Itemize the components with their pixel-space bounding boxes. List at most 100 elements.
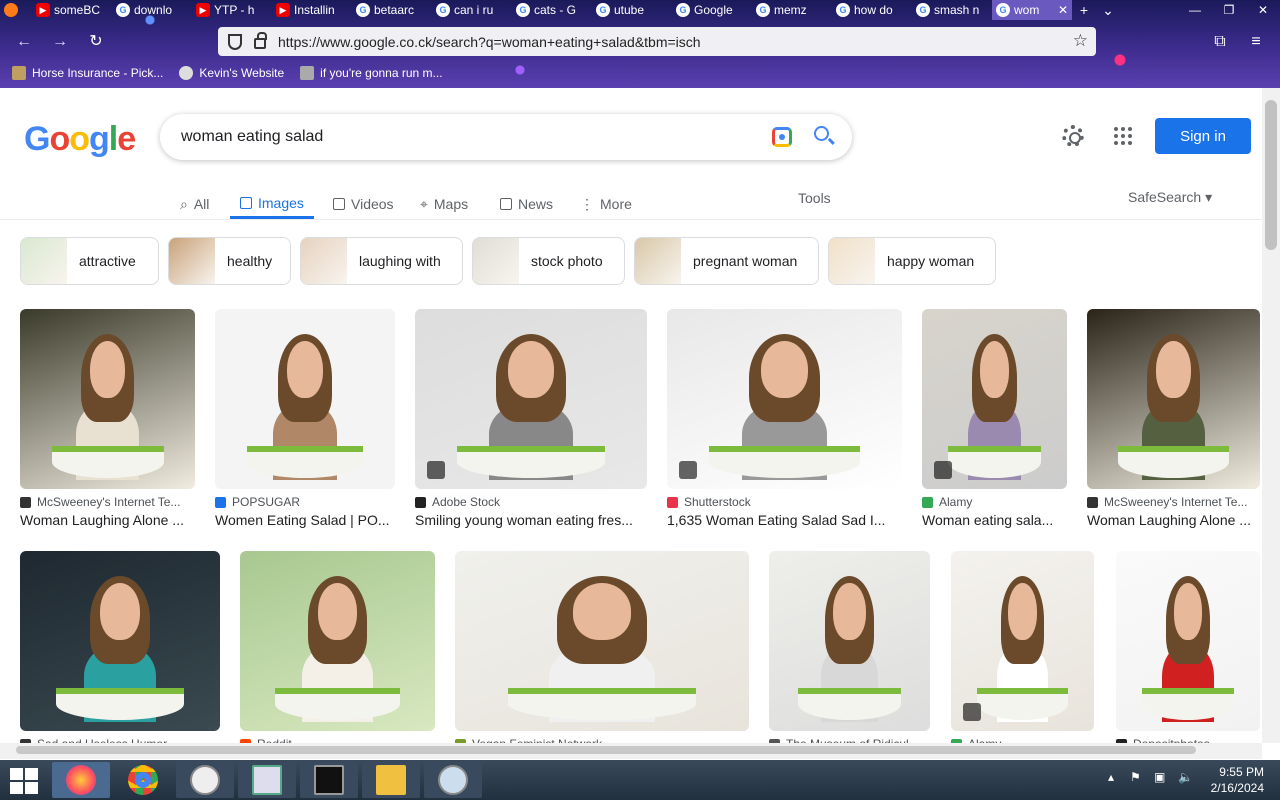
windows-start-icon[interactable] [10, 768, 38, 794]
reload-icon[interactable]: ↻ [86, 32, 106, 52]
image-result[interactable]: Adobe Stock Smiling young woman eating fr… [415, 309, 647, 528]
volume-muted-icon[interactable]: 🔈 [1178, 770, 1193, 784]
result-title[interactable]: Women Eating Salad | PO... [215, 512, 395, 528]
address-bar[interactable]: https://www.google.co.ck/search?q=woman+… [218, 27, 1096, 56]
result-source[interactable]: McSweeney's Internet Te... [20, 495, 195, 509]
browser-tab[interactable]: Gcats - G [512, 0, 592, 20]
taskbar-cmd[interactable] [300, 762, 358, 798]
vertical-scrollbar[interactable] [1262, 88, 1280, 743]
browser-tab[interactable]: ▶ Installin [272, 0, 352, 20]
safesearch-dropdown[interactable]: SafeSearch ▾ [1128, 189, 1212, 206]
result-source[interactable]: Shutterstock [667, 495, 902, 509]
maximize-button[interactable]: ❐ [1212, 0, 1246, 20]
minimize-button[interactable]: — [1178, 0, 1212, 20]
bookmark-star-icon[interactable]: ☆ [1073, 31, 1088, 51]
result-thumbnail[interactable] [1087, 309, 1260, 489]
search-icon[interactable] [814, 126, 829, 141]
new-tab-icon[interactable]: + [1072, 2, 1096, 18]
result-thumbnail[interactable] [769, 551, 930, 731]
scrollbar-thumb[interactable] [16, 746, 1196, 754]
tab-more[interactable]: ⋮ More [580, 189, 632, 219]
taskbar-explorer[interactable] [362, 762, 420, 798]
bookmark-label[interactable]: Kevin's Website [199, 66, 284, 80]
result-thumbnail[interactable] [667, 309, 902, 489]
result-title[interactable]: Woman Laughing Alone ... [1087, 512, 1260, 528]
settings-gear-icon[interactable] [1062, 125, 1084, 147]
browser-tab[interactable] [0, 0, 32, 20]
menu-icon[interactable]: ≡ [1246, 32, 1266, 52]
image-result[interactable]: McSweeney's Internet Te... Woman Laughing… [20, 309, 195, 528]
image-result[interactable]: Shutterstock 1,635 Woman Eating Salad Sad… [667, 309, 902, 528]
result-thumbnail[interactable] [922, 309, 1067, 489]
result-thumbnail[interactable] [240, 551, 435, 731]
tab-all[interactable]: ⌕ All [180, 189, 209, 219]
shield-icon[interactable] [228, 33, 242, 50]
image-result[interactable]: McSweeney's Internet Te... Woman Laughing… [1087, 309, 1260, 528]
browser-tab[interactable]: Gdownlo [112, 0, 192, 20]
bookmark-label[interactable]: if you're gonna run m... [320, 66, 442, 80]
extensions-icon[interactable]: ⧉ [1210, 32, 1230, 52]
sign-in-button[interactable]: Sign in [1155, 118, 1251, 154]
image-result[interactable]: Reddit [240, 551, 435, 751]
tab-videos[interactable]: Videos [333, 189, 394, 219]
taskbar-firefox[interactable] [52, 762, 110, 798]
related-chip[interactable]: healthy [168, 237, 291, 285]
image-result[interactable]: The Museum of Ridicul... [769, 551, 930, 751]
search-box[interactable]: woman eating salad [160, 114, 852, 160]
browser-tab[interactable]: ▶ someBC [32, 0, 112, 20]
related-chip[interactable]: pregnant woman [634, 237, 819, 285]
taskbar-app[interactable] [238, 762, 296, 798]
horizontal-scrollbar[interactable] [0, 743, 1262, 759]
result-source[interactable]: Alamy [922, 495, 1067, 509]
image-result[interactable]: Vegan Feminist Network [455, 551, 749, 751]
scrollbar-thumb[interactable] [1265, 100, 1277, 250]
tools-button[interactable]: Tools [798, 190, 831, 206]
back-icon[interactable]: ← [14, 32, 34, 52]
result-thumbnail[interactable] [1116, 551, 1260, 731]
close-window-button[interactable]: ✕ [1246, 0, 1280, 20]
image-result[interactable]: Alamy Woman eating sala... [922, 309, 1067, 528]
browser-tab[interactable]: Gbetaarc [352, 0, 432, 20]
bookmark-item[interactable]: Kevin's Website [179, 66, 284, 80]
tab-maps[interactable]: ⌖ Maps [420, 189, 468, 219]
result-source[interactable]: McSweeney's Internet Te... [1087, 495, 1260, 509]
browser-tab[interactable]: Gutube [592, 0, 672, 20]
taskbar-chrome[interactable] [114, 762, 172, 798]
result-thumbnail[interactable] [415, 309, 647, 489]
network-icon[interactable]: ▣ [1154, 770, 1165, 784]
browser-tab[interactable]: Gmemz [752, 0, 832, 20]
result-thumbnail[interactable] [951, 551, 1094, 731]
image-result[interactable]: Depositphotos [1116, 551, 1260, 751]
image-result[interactable]: Sad and Useless Humor [20, 551, 220, 751]
bookmark-item[interactable]: if you're gonna run m... [300, 66, 443, 80]
browser-tab[interactable]: Gwom ✕ [992, 0, 1072, 20]
result-title[interactable]: 1,635 Woman Eating Salad Sad I... [667, 512, 902, 528]
url-text[interactable]: https://www.google.co.ck/search?q=woman+… [278, 34, 701, 50]
search-input[interactable]: woman eating salad [181, 128, 323, 146]
forward-icon[interactable]: → [50, 32, 70, 52]
image-result[interactable]: POPSUGAR Women Eating Salad | PO... [215, 309, 395, 528]
result-thumbnail[interactable] [20, 309, 195, 489]
tab-list-icon[interactable]: ⌄ [1096, 2, 1120, 19]
result-title[interactable]: Smiling young woman eating fres... [415, 512, 647, 528]
result-thumbnail[interactable] [20, 551, 220, 731]
result-thumbnail[interactable] [455, 551, 749, 731]
browser-tab[interactable]: ▶ YTP - h [192, 0, 272, 20]
result-thumbnail[interactable] [215, 309, 395, 489]
tray-expand-icon[interactable]: ▴ [1108, 770, 1114, 784]
close-tab-icon[interactable]: ✕ [1058, 3, 1068, 17]
taskbar-clock-app[interactable] [176, 762, 234, 798]
bookmark-label[interactable]: Horse Insurance - Pick... [32, 66, 163, 80]
google-logo[interactable]: Google [24, 120, 136, 159]
result-source[interactable]: Adobe Stock [415, 495, 647, 509]
result-title[interactable]: Woman eating sala... [922, 512, 1067, 528]
tab-images[interactable]: Images [230, 189, 314, 219]
result-title[interactable]: Woman Laughing Alone ... [20, 512, 195, 528]
related-chip[interactable]: stock photo [472, 237, 625, 285]
google-apps-icon[interactable] [1114, 127, 1132, 145]
browser-tab[interactable]: Ghow do [832, 0, 912, 20]
lock-icon[interactable] [254, 32, 267, 49]
browser-tab[interactable]: Gcan i ru [432, 0, 512, 20]
flag-icon[interactable]: ⚑ [1130, 770, 1141, 784]
browser-tab[interactable]: Gsmash n [912, 0, 992, 20]
